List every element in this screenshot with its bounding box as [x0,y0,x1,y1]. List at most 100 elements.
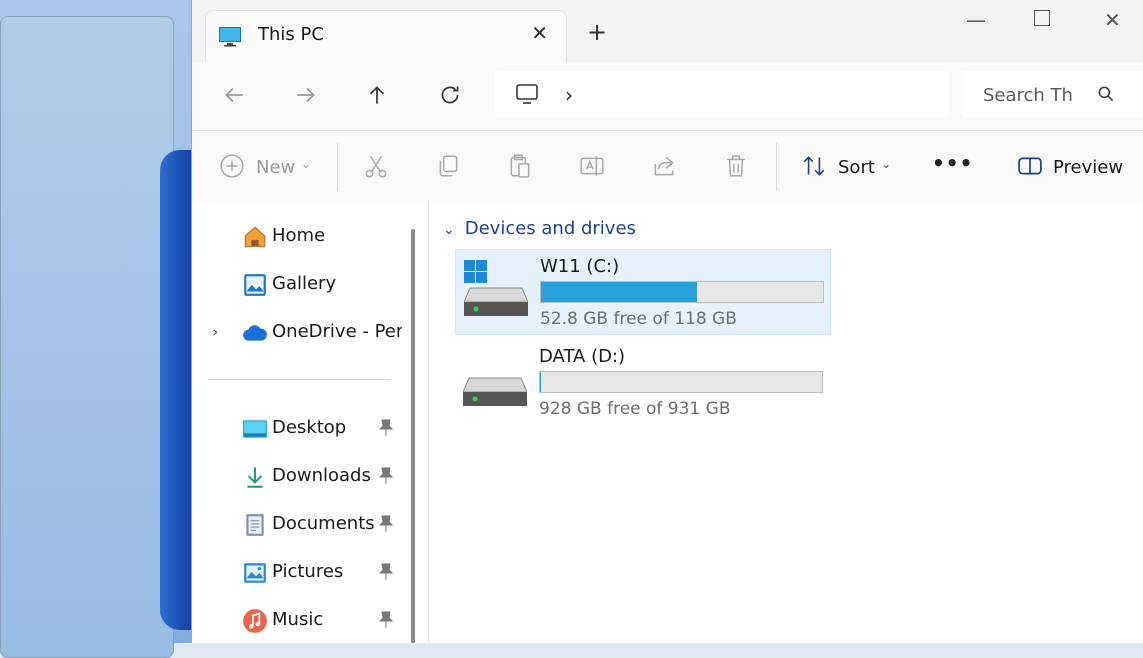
navigation-pane: Home Gallery › OneDrive - Perso Des [192,201,429,643]
share-icon [654,156,674,176]
pin-icon[interactable] [378,611,394,629]
gallery-icon [244,274,266,296]
nav-item-label: Music [272,609,324,630]
system-drive-icon [464,260,528,316]
group-header-devices[interactable]: ⌄ Devices and drives [443,218,636,239]
desktop-wallpaper [0,0,200,658]
pictures-icon [244,563,266,583]
refresh-icon [441,86,459,104]
drive-c[interactable]: W11 (C:) 52.8 GB free of 118 GB [455,249,831,335]
nav-item-downloads[interactable]: Downloads [192,456,402,496]
nav-item-label: Gallery [272,273,337,294]
minimize-icon[interactable]: — [966,8,986,32]
nav-item-documents[interactable]: Documents [192,504,402,544]
arrow-left-icon [225,87,243,103]
group-title: Devices and drives [464,218,636,239]
drive-free-space: 52.8 GB free of 118 GB [540,309,737,329]
up-button[interactable] [364,82,394,112]
monitor-icon [516,84,538,104]
drive-usage-bar [540,281,824,303]
music-icon [243,609,267,633]
command-bar: New ⌄ Sort ⌄ ••• Preview [192,131,1143,202]
more-options-button[interactable]: ••• [932,151,973,175]
paste-button[interactable] [507,153,533,183]
nav-item-label: Home [272,225,326,246]
separator [337,143,338,191]
nav-item-home[interactable]: Home [192,216,402,256]
scissors-icon [365,155,387,178]
nav-item-pictures[interactable]: Pictures [192,552,402,592]
cloud-icon [243,325,267,341]
drive-name: DATA (D:) [539,346,626,367]
chevron-down-icon: ⌄ [443,222,455,238]
sort-icon [803,156,825,176]
pin-icon[interactable] [378,515,394,533]
plus-circle-icon [220,154,244,178]
address-bar: › [192,62,1143,131]
separator [776,143,777,191]
monitor-icon [219,27,241,47]
cut-button[interactable] [363,153,389,183]
drive-usage-fill [540,372,541,392]
close-window-icon[interactable]: ✕ [1104,8,1121,32]
chevron-down-icon: ⌄ [881,157,892,171]
pin-icon[interactable] [378,467,394,485]
copy-icon [439,155,458,177]
nav-item-label: Desktop [272,417,347,438]
rename-button[interactable] [579,153,605,183]
nav-item-onedrive[interactable]: › OneDrive - Perso [192,312,402,352]
file-explorer-window: This PC ✕ + — ✕ › Search Th New ⌄ Sort ⌄… [191,0,1143,643]
preview-pane-icon [1018,157,1042,175]
delete-button[interactable] [723,153,749,183]
nav-item-music[interactable]: Music [192,600,402,640]
background-window [0,16,174,658]
rename-icon [580,156,604,176]
nav-item-label: Downloads [272,465,371,486]
drive-name: W11 (C:) [540,256,620,277]
content-area: ⌄ Devices and drives W11 (C:) 52.8 GB fre… [429,201,1143,643]
trash-icon [727,155,745,177]
copy-button[interactable] [435,153,461,183]
nav-item-label: Documents [272,513,375,534]
maximize-icon[interactable] [1034,10,1050,26]
close-tab-icon[interactable]: ✕ [531,21,548,45]
document-icon [246,514,264,536]
nav-item-desktop[interactable]: Desktop [192,408,402,448]
drive-d[interactable]: DATA (D:) 928 GB free of 931 GB [455,340,829,424]
nav-scrollbar[interactable] [411,229,415,643]
title-bar: This PC ✕ + — ✕ [192,0,1143,63]
drive-usage-fill [541,282,697,302]
nav-divider [208,379,390,380]
download-icon [247,467,263,488]
pin-icon[interactable] [378,419,394,437]
search-input[interactable] [981,81,1095,109]
share-button[interactable] [651,153,677,183]
arrow-right-icon [297,87,315,103]
search-box[interactable] [961,71,1143,117]
breadcrumb-chevron-icon[interactable]: › [565,83,573,107]
desktop-icon [243,420,267,438]
hard-drive-icon [463,377,527,406]
address-field[interactable]: › [495,71,949,117]
preview-label: Preview [1053,157,1124,178]
clipboard-icon [510,154,530,178]
tab-title: This PC [258,24,324,45]
drive-free-space: 928 GB free of 931 GB [539,399,731,419]
pin-icon[interactable] [378,563,394,581]
chevron-down-icon: ⌄ [301,157,312,171]
forward-button[interactable] [293,82,323,112]
tab-this-pc[interactable]: This PC ✕ [205,10,567,63]
nav-item-label: Pictures [272,561,344,582]
home-icon [244,226,266,248]
drive-usage-bar [539,371,823,393]
search-icon[interactable] [1096,84,1116,104]
chevron-right-icon[interactable]: › [212,322,218,341]
new-label: New [256,157,296,178]
new-tab-icon[interactable]: + [587,18,607,46]
nav-item-gallery[interactable]: Gallery [192,264,402,304]
arrow-up-icon [369,86,385,104]
refresh-button[interactable] [437,82,467,112]
back-button[interactable] [221,82,251,112]
nav-item-label: OneDrive - Perso [272,321,402,342]
sort-label: Sort [838,157,875,178]
